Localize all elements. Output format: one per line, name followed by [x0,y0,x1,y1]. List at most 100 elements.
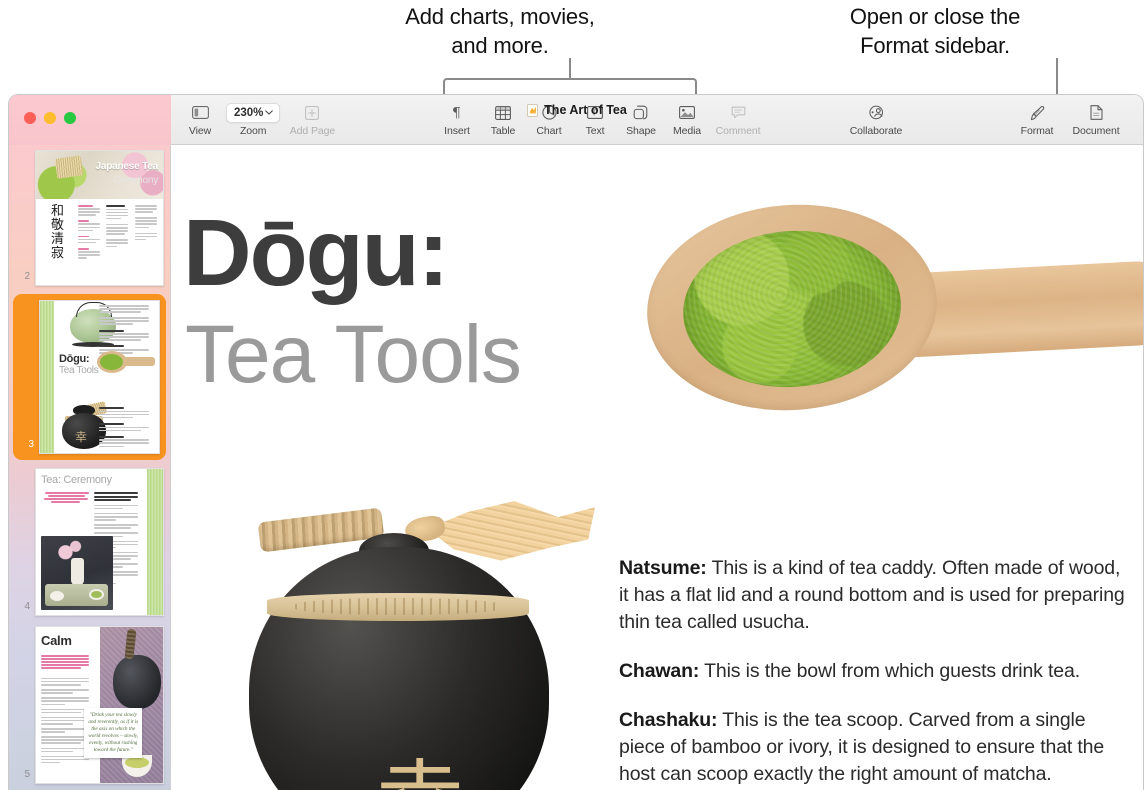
thumb4-title-bold: Tea: [41,474,61,486]
term-natsume: Natsume: [619,557,707,579]
toolbar-zoom-label: Zoom [239,125,267,137]
toolbar-text-label: Text [585,125,605,137]
toolbar-view-label: View [188,125,212,137]
toolbar-shape-button[interactable]: Shape [618,103,664,137]
text-box-icon: T [587,103,603,122]
kanji-4: 寂 [50,246,64,261]
shape-icon [633,103,649,122]
thumbnail-preview: Tea: Ceremony [35,468,164,616]
thumb2-title: Japanese Tea [95,161,159,172]
natsume-jar-image[interactable]: 幸 [231,461,631,790]
callout-stem-format [1056,58,1058,98]
slide-body-text[interactable]: Natsume: This is a kind of tea caddy. Of… [619,555,1129,788]
thumbnail-page-number: 5 [24,769,30,780]
page-thumbnail-sidebar[interactable]: 2 Japanese Tea Ceremony 和 敬 清 寂 3 Dōgu: … [9,95,171,790]
kanji-1: 和 [50,204,64,219]
plus-box-icon [305,103,320,122]
thumb2-kanji-column: 和 敬 清 寂 [41,203,74,281]
svg-text:T: T [592,109,597,118]
toolbar-view-button[interactable]: View [177,103,223,137]
thumb3-text-bottom [99,407,155,447]
thumb4-bamboo-strip [147,469,163,615]
minimize-button[interactable] [44,112,56,124]
pie-chart-icon [541,103,557,122]
toolbar-document-button[interactable]: Document [1063,103,1129,137]
sidebar-icon [191,103,209,122]
spoon-bowl [640,195,944,420]
term-chawan: Chawan: [619,660,700,682]
thumbnail-page-number: 3 [28,439,34,450]
slide-title[interactable]: Dōgu: [183,205,449,301]
slide-subtitle[interactable]: Tea Tools [185,313,522,397]
kanji-3: 清 [50,232,64,247]
toolbar-insert-button[interactable]: ¶ Insert [434,103,480,138]
thumb4-photo [41,536,113,610]
thumbnail-page-5[interactable]: 5 Calm "Drink your tea slowly and revere… [9,621,170,789]
close-button[interactable] [24,112,36,124]
thumb2-subtitle: Ceremony [113,175,158,186]
thumb4-main: Tea: Ceremony [36,469,147,615]
matcha-spoon-image[interactable] [637,195,1143,427]
paragraph-chawan: Chawan: This is the bowl from which gues… [619,658,1129,685]
paragraph-chashaku: Chashaku: This is the tea scoop. Carved … [619,707,1129,788]
toolbar-insert-label: Insert [444,125,470,137]
toolbar-table-label: Table [490,125,516,137]
callout-bracket-charts [443,78,697,94]
keynote-window: View 230% Zoom Add Page ¶ Insert Table C… [8,94,1144,790]
toolbar-comment-label: Comment [715,125,761,137]
pilcrow-icon: ¶ [451,103,463,122]
thumb2-body: 和 敬 清 寂 [36,199,163,285]
toolbar-add-page-label: Add Page [289,125,336,137]
toolbar-text-button[interactable]: T Text [572,103,618,137]
thumb3-main: Dōgu: Tea Tools 幸 [54,301,159,453]
zoom-value-chip[interactable]: 230% [226,103,281,123]
thumbnail-page-4[interactable]: 4 Tea: Ceremony [9,463,170,621]
thumb3-text-top [99,305,155,354]
thumbnail-page-3[interactable]: 3 Dōgu: Tea Tools 幸 [13,294,166,460]
thumbnail-page-2[interactable]: 2 Japanese Tea Ceremony 和 敬 清 寂 [9,145,170,291]
thumb2-hero-image: Japanese Tea Ceremony [36,151,163,199]
thumb3-subtitle: Tea Tools [59,365,99,376]
paintbrush-icon [1029,103,1045,122]
chevron-down-icon [265,109,274,117]
slide-canvas[interactable]: Dōgu: Tea Tools 幸 Natsume: This is a kin… [171,145,1143,790]
toolbar-collaborate-button[interactable]: Collaborate [845,103,907,137]
thumbnail-page-number: 2 [24,271,30,282]
window-traffic-lights[interactable] [24,112,76,124]
toolbar-comment-button[interactable]: Comment [710,103,766,137]
thumb4-title: Tea: Ceremony [41,474,143,486]
comment-bubble-icon [731,103,746,122]
term-chashaku: Chashaku: [619,709,718,731]
thumb5-intro-lines [41,653,95,669]
toolbar-document-label: Document [1072,125,1120,137]
thumb4-title-light: Ceremony [63,474,112,486]
zoom-value: 230% [234,107,264,119]
jar-kanji: 幸 [345,758,495,790]
callout-add-charts-label: Add charts, movies, and more. [405,4,595,58]
toolbar-table-button[interactable]: Table [480,103,526,137]
thumb2-text-col-3 [134,203,159,281]
matcha-powder [677,223,907,395]
toolbar: View 230% Zoom Add Page ¶ Insert Table C… [9,95,1143,145]
callout-stem-charts [569,58,571,79]
toolbar-chart-button[interactable]: Chart [526,103,572,137]
jar-gold-band [267,593,529,621]
thumbnail-preview: Dōgu: Tea Tools 幸 [39,300,160,454]
thumbnail-page-number: 4 [24,601,30,612]
collaborate-person-icon [868,103,885,122]
thumbnail-preview: Japanese Tea Ceremony 和 敬 清 寂 [35,150,164,286]
zoom-button[interactable] [64,112,76,124]
kanji-2: 敬 [50,218,64,233]
thumb3-title: Dōgu: [59,353,90,365]
toolbar-media-button[interactable]: Media [664,103,710,137]
thumb5-text: Calm [36,627,100,783]
toolbar-format-button[interactable]: Format [1011,103,1063,137]
straw-tassel [427,501,595,561]
thumb2-text-col-2 [106,203,130,281]
thumb5-quote: "Drink your tea slowly and reverently, a… [84,708,143,759]
callout-format-sidebar-label: Open or close the Format sidebar. [849,4,1021,58]
thumb3-bamboo-strip [40,301,54,453]
toolbar-add-page-button[interactable]: Add Page [283,103,341,137]
toolbar-zoom-control[interactable]: 230% Zoom [223,103,283,137]
text-chawan: This is the bowl from which guests drink… [699,660,1080,682]
